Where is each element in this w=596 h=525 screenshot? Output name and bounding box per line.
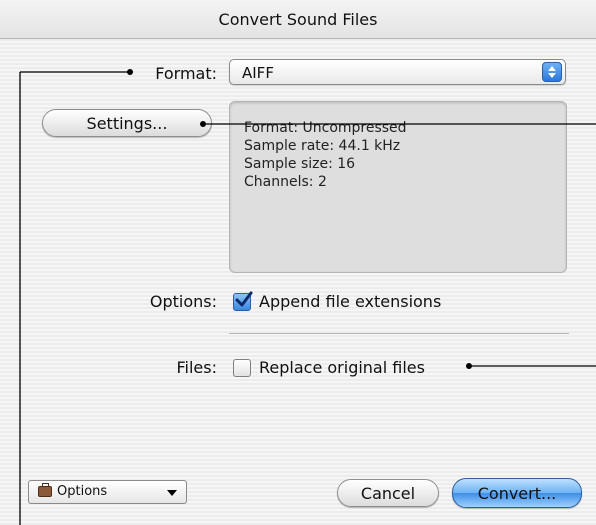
briefcase-icon — [38, 483, 52, 497]
checkmark-icon — [235, 291, 253, 307]
settings-button[interactable]: Settings... — [42, 109, 212, 137]
options-action-label: Options — [57, 484, 108, 499]
options-separator — [229, 333, 569, 335]
replace-originals-label[interactable]: Replace original files — [259, 358, 425, 377]
popup-stepper-icon — [542, 62, 562, 82]
chevron-down-icon — [167, 490, 177, 496]
window-title: Convert Sound Files — [218, 9, 378, 29]
append-extensions-checkbox[interactable] — [233, 291, 253, 311]
info-line-sample-size: Sample size: 16 — [244, 156, 356, 172]
settings-button-label: Settings... — [86, 113, 168, 133]
cancel-button[interactable]: Cancel — [337, 479, 439, 507]
info-line-channels: Channels: 2 — [244, 174, 327, 190]
convert-button[interactable]: Convert... — [452, 478, 582, 508]
format-popup-value: AIFF — [242, 64, 274, 82]
cancel-button-label: Cancel — [360, 483, 416, 503]
window-titlebar: Convert Sound Files — [0, 0, 596, 39]
replace-originals-checkbox[interactable] — [233, 359, 251, 377]
format-popup[interactable]: AIFF — [229, 59, 566, 85]
info-line-sample-rate: Sample rate: 44.1 kHz — [244, 138, 401, 154]
options-label: Options: — [149, 292, 217, 311]
info-line-format: Format: Uncompressed — [244, 120, 407, 136]
convert-button-label: Convert... — [477, 483, 557, 503]
append-extensions-label[interactable]: Append file extensions — [259, 292, 441, 311]
files-label: Files: — [176, 358, 218, 377]
options-action-popup[interactable]: Options — [28, 480, 187, 504]
format-info-panel: Format: Uncompressed Sample rate: 44.1 k… — [229, 101, 567, 273]
format-label: Format: — [155, 64, 217, 83]
